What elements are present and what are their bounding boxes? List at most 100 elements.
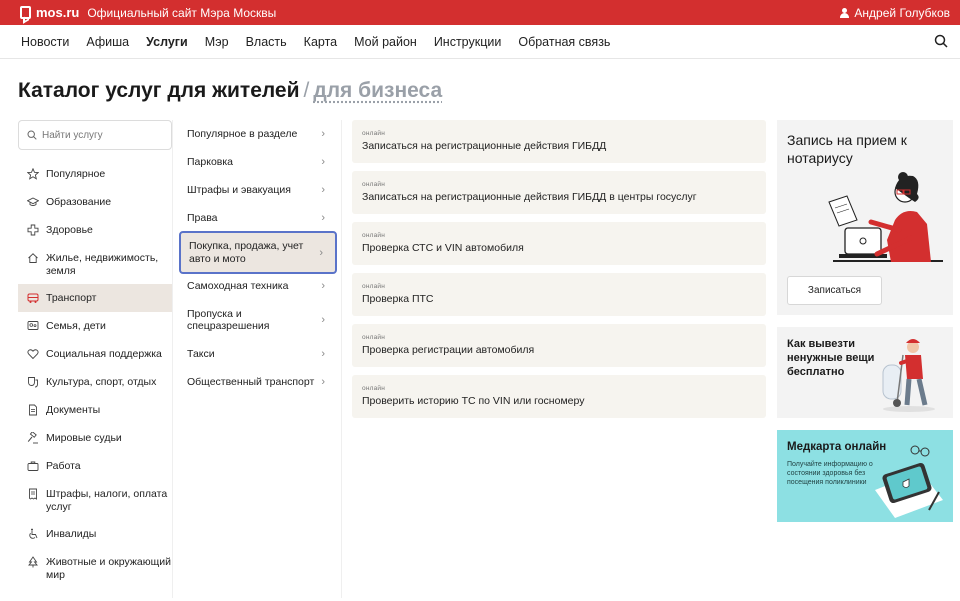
- subcategory-label: Пропуска и спецразрешения: [187, 307, 270, 333]
- service-name: Проверить историю ТС по VIN или госномер…: [362, 395, 585, 407]
- page-title: Каталог услуг для жителей / для бизнеса: [18, 79, 442, 103]
- subcategory-label: Покупка, продажа, учет авто и мото: [189, 240, 304, 265]
- category-label: Образование: [46, 196, 112, 208]
- user-profile[interactable]: Андрей Голубков: [840, 6, 950, 20]
- subcategory-label: Самоходная техника: [187, 279, 289, 292]
- service-card[interactable]: онлайн Проверка регистрации автомобиля: [352, 324, 766, 367]
- category-label: Жилье, недвижимость, земля: [46, 252, 159, 277]
- nav-item-government[interactable]: Власть: [246, 35, 287, 49]
- category-label: Работа: [46, 460, 81, 472]
- category-label: Семья, дети: [46, 320, 106, 332]
- search-icon[interactable]: [934, 34, 948, 48]
- gavel-icon: [27, 432, 38, 444]
- notary-promo-card[interactable]: Запись на прием к нотариусу Записаться: [777, 120, 953, 315]
- theater-icon: [28, 377, 38, 388]
- category-label: Транспорт: [46, 291, 97, 304]
- category-housing[interactable]: Жилье, недвижимость, земля: [18, 252, 172, 277]
- official-site-label[interactable]: Официальный сайт Мэра Москвы: [87, 6, 276, 20]
- family-icon: [27, 321, 39, 330]
- nav-item-afisha[interactable]: Афиша: [86, 35, 129, 49]
- subcategory-licenses[interactable]: Права ›: [179, 210, 337, 226]
- service-name: Проверка ПТС: [362, 293, 434, 305]
- search-placeholder: Найти услугу: [42, 129, 103, 141]
- service-name: Проверка регистрации автомобиля: [362, 344, 535, 356]
- subcategory-parking[interactable]: Парковка ›: [179, 154, 337, 170]
- nav-item-mayor[interactable]: Мэр: [205, 35, 229, 49]
- category-education[interactable]: Образование: [18, 196, 172, 209]
- service-card[interactable]: онлайн Проверить историю ТС по VIN или г…: [352, 375, 766, 418]
- trash-removal-promo-card[interactable]: Как вывезти ненужные вещи бесплатно: [777, 327, 953, 418]
- logo-icon: [20, 6, 31, 19]
- service-card[interactable]: онлайн Записаться на регистрационные дей…: [352, 120, 766, 163]
- receipt-icon: [29, 488, 37, 500]
- page-title-text: Каталог услуг для жителей: [18, 79, 300, 102]
- subcategory-public-transport[interactable]: Общественный транспорт ›: [179, 374, 337, 390]
- service-card[interactable]: онлайн Записаться на регистрационные дей…: [352, 171, 766, 214]
- category-family[interactable]: Семья, дети: [18, 320, 172, 333]
- category-label: Штрафы, налоги, оплата услуг: [46, 488, 168, 513]
- category-work[interactable]: Работа: [18, 460, 172, 473]
- search-icon: [27, 130, 37, 140]
- notary-promo-title: Запись на прием к нотариусу: [787, 132, 907, 166]
- subcategory-fines-evacuation[interactable]: Штрафы и эвакуация ›: [179, 182, 337, 198]
- category-sidebar: Найти услугу Популярное Образование Здор…: [18, 120, 172, 581]
- subcategory-passes-permits[interactable]: Пропуска и спецразрешения ›: [179, 306, 337, 334]
- business-link[interactable]: для бизнеса: [313, 79, 442, 102]
- chevron-right-icon: ›: [321, 376, 325, 388]
- category-transport[interactable]: Транспорт: [18, 284, 172, 312]
- service-card[interactable]: онлайн Проверка СТС и VIN автомобиля: [352, 222, 766, 265]
- category-health[interactable]: Здоровье: [18, 224, 172, 237]
- category-animals-nature[interactable]: Животные и окружающий мир: [18, 556, 172, 581]
- nav-item-feedback[interactable]: Обратная связь: [518, 35, 610, 49]
- document-icon: [29, 404, 37, 416]
- subcategory-label: Парковка: [187, 155, 234, 168]
- online-tag: онлайн: [362, 283, 386, 290]
- online-tag: онлайн: [362, 181, 386, 188]
- chevron-right-icon: ›: [321, 348, 325, 360]
- online-tag: онлайн: [362, 385, 386, 392]
- category-documents[interactable]: Документы: [18, 404, 172, 417]
- category-label: Документы: [46, 404, 101, 416]
- subcategory-popular-in-section[interactable]: Популярное в разделе ›: [179, 126, 337, 142]
- category-culture-sport[interactable]: Культура, спорт, отдых: [18, 376, 172, 389]
- notary-signup-button[interactable]: Записаться: [787, 276, 882, 305]
- nav-item-news[interactable]: Новости: [21, 35, 69, 49]
- subcategory-taxi[interactable]: Такси ›: [179, 346, 337, 362]
- nav-item-instructions[interactable]: Инструкции: [434, 35, 502, 49]
- category-label: Инвалиды: [46, 528, 97, 540]
- category-social-support[interactable]: Социальная поддержка: [18, 348, 172, 361]
- briefcase-icon: [27, 461, 39, 471]
- user-icon: [840, 7, 850, 18]
- category-popular[interactable]: Популярное: [18, 168, 172, 181]
- user-name: Андрей Голубков: [854, 5, 950, 20]
- graduation-cap-icon: [27, 197, 39, 206]
- tree-icon: [28, 556, 38, 568]
- trash-promo-title: Как вывезти ненужные вещи бесплатно: [787, 338, 875, 378]
- logo-text: mos.ru: [36, 5, 80, 20]
- category-fines-taxes[interactable]: Штрафы, налоги, оплата услуг: [18, 488, 172, 513]
- top-bar: mos.ru Официальный сайт Мэра Москвы Андр…: [0, 0, 960, 25]
- subcategory-label: Такси: [187, 347, 215, 360]
- online-tag: онлайн: [362, 232, 386, 239]
- category-label: Популярное: [46, 168, 106, 180]
- house-icon: [28, 253, 38, 263]
- nav-item-map[interactable]: Карта: [304, 35, 337, 49]
- nav-item-my-district[interactable]: Мой район: [354, 35, 417, 49]
- subcategory-label: Права: [187, 211, 218, 224]
- mos-ru-logo[interactable]: mos.ru: [20, 5, 79, 20]
- chevron-right-icon: ›: [321, 280, 325, 292]
- category-magistrates[interactable]: Мировые судьи: [18, 432, 172, 445]
- category-disabled[interactable]: Инвалиды: [18, 528, 172, 541]
- subcategory-self-propelled[interactable]: Самоходная техника ›: [179, 278, 337, 294]
- nav-item-services[interactable]: Услуги: [146, 35, 188, 49]
- chevron-right-icon: ›: [321, 314, 325, 326]
- service-name: Записаться на регистрационные действия Г…: [362, 191, 697, 203]
- service-search-input[interactable]: Найти услугу: [18, 120, 172, 150]
- subcategory-buy-sell-register[interactable]: Покупка, продажа, учет авто и мото ›: [179, 231, 337, 274]
- subcategory-label: Штрафы и эвакуация: [187, 183, 291, 196]
- service-card[interactable]: онлайн Проверка ПТС: [352, 273, 766, 316]
- subcategory-label: Общественный транспорт: [187, 375, 315, 388]
- category-label: Животные и окружающий мир: [46, 556, 171, 581]
- medcard-promo-card[interactable]: Медкарта онлайн Получайте информацию о с…: [777, 430, 953, 522]
- subcategory-panel: Популярное в разделе › Парковка › Штрафы и…: [172, 120, 342, 598]
